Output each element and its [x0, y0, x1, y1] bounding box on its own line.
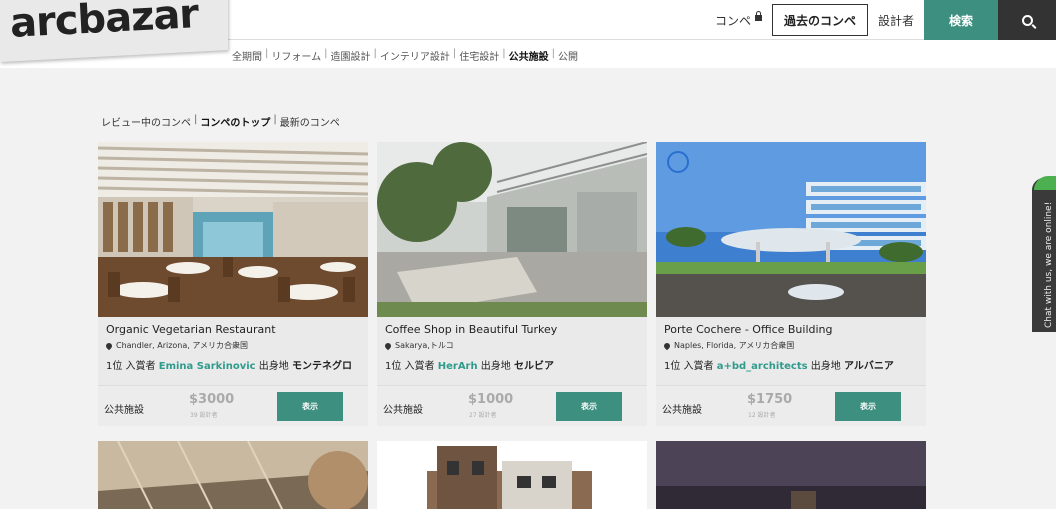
- chat-leaf-icon: [1034, 176, 1056, 190]
- origin-country: アルバニア: [843, 361, 894, 372]
- nav-past-label: 過去のコンペ: [783, 13, 856, 28]
- competition-card[interactable]: Coffee Shop in Beautiful Turkey Sakarya,…: [377, 142, 647, 426]
- competition-image[interactable]: [377, 441, 647, 509]
- competition-title[interactable]: Organic Vegetarian Restaurant: [106, 323, 276, 336]
- designer-count: 27 設計者: [469, 412, 497, 419]
- filter-top[interactable]: コンペのトップ: [200, 114, 270, 129]
- chat-widget-tab[interactable]: Chat with us, we are online!: [1032, 176, 1056, 332]
- main-nav: コンペ 過去のコンペ 設計者 検索: [705, 0, 1056, 40]
- competition-category: 公共施設: [662, 405, 702, 416]
- category-landscape[interactable]: 造園設計: [330, 48, 370, 63]
- competition-filter: レビュー中のコンペ | コンペのトップ | 最新のコンペ: [101, 114, 340, 129]
- category-interior[interactable]: インテリア設計: [380, 48, 450, 63]
- nav-competitions-label: コンペ: [714, 13, 751, 28]
- card-footer: 公共施設 $1750 12 設計者 表示: [656, 385, 926, 426]
- competition-image[interactable]: [98, 441, 368, 509]
- winner-line: 1位 入賞者 Emina Sarkinovic 出身地 モンテネグロ: [106, 357, 352, 372]
- category-public[interactable]: 公共施設: [509, 48, 549, 63]
- competition-image[interactable]: [98, 142, 368, 317]
- winner-line: 1位 入賞者 a+bd_architects 出身地 アルバニア: [664, 357, 894, 372]
- competition-card[interactable]: Organic Vegetarian Restaurant Chandler, …: [98, 142, 368, 426]
- prize-amount: $1750: [747, 392, 793, 407]
- nav-past-competitions[interactable]: 過去のコンペ: [771, 4, 868, 36]
- competition-location: Sakarya,トルコ: [383, 340, 454, 351]
- winner-prefix: 1位 入賞者: [106, 361, 156, 372]
- designer-count: 12 設計者: [748, 412, 776, 419]
- competition-title[interactable]: Porte Cochere - Office Building: [664, 323, 833, 336]
- winner-line: 1位 入賞者 HerArh 出身地 セルビア: [385, 357, 554, 372]
- origin-label: 出身地: [480, 361, 511, 372]
- category-open[interactable]: 公開: [558, 48, 578, 63]
- category-all[interactable]: 全期間: [232, 48, 262, 63]
- category-residential[interactable]: 住宅設計: [459, 48, 499, 63]
- search-icon-button[interactable]: [998, 0, 1056, 40]
- competition-card-partial[interactable]: [656, 441, 926, 509]
- competition-card[interactable]: Porte Cochere - Office Building Naples, …: [656, 142, 926, 426]
- competition-location: Naples, Florida, アメリカ合衆国: [662, 340, 795, 351]
- location-pin-icon: [383, 341, 393, 350]
- winner-name-link[interactable]: Emina Sarkinovic: [159, 361, 256, 372]
- competition-location: Chandler, Arizona, アメリカ合衆国: [104, 340, 248, 351]
- location-text: Chandler, Arizona, アメリカ合衆国: [116, 341, 248, 350]
- origin-label: 出身地: [810, 361, 841, 372]
- competition-card-partial[interactable]: [98, 441, 368, 509]
- competition-title[interactable]: Coffee Shop in Beautiful Turkey: [385, 323, 557, 336]
- competition-image[interactable]: [656, 441, 926, 509]
- winner-name-link[interactable]: HerArh: [438, 361, 478, 372]
- view-button[interactable]: 表示: [556, 392, 622, 421]
- competition-card-partial[interactable]: [377, 441, 647, 509]
- competition-meta: Organic Vegetarian Restaurant Chandler, …: [98, 317, 368, 426]
- designer-count: 39 設計者: [190, 412, 218, 419]
- competition-category: 公共施設: [383, 405, 423, 416]
- card-footer: 公共施設 $3000 39 設計者 表示: [98, 385, 368, 426]
- search-button-label: 検索: [948, 13, 973, 28]
- nav-designers-label: 設計者: [877, 13, 914, 28]
- origin-country: モンテネグロ: [291, 361, 352, 372]
- search-button[interactable]: 検索: [924, 0, 998, 40]
- prize-amount: $1000: [468, 392, 514, 407]
- prize-amount: $3000: [189, 392, 235, 407]
- origin-country: セルビア: [513, 361, 554, 372]
- view-button[interactable]: 表示: [277, 392, 343, 421]
- card-footer: 公共施設 $1000 27 設計者 表示: [377, 385, 647, 426]
- lock-icon: [754, 11, 762, 21]
- origin-label: 出身地: [258, 361, 289, 372]
- nav-designers[interactable]: 設計者: [868, 0, 924, 40]
- view-button[interactable]: 表示: [835, 392, 901, 421]
- nav-competitions[interactable]: コンペ: [705, 0, 772, 40]
- competition-meta: Coffee Shop in Beautiful Turkey Sakarya,…: [377, 317, 647, 426]
- category-renovation[interactable]: リフォーム: [271, 48, 321, 63]
- winner-prefix: 1位 入賞者: [664, 361, 714, 372]
- location-text: Sakarya,トルコ: [395, 341, 454, 350]
- location-text: Naples, Florida, アメリカ合衆国: [674, 341, 795, 350]
- competition-image[interactable]: [656, 142, 926, 317]
- winner-name-link[interactable]: a+bd_architects: [717, 361, 808, 372]
- filter-under-review[interactable]: レビュー中のコンペ: [101, 114, 191, 129]
- competition-category: 公共施設: [104, 405, 144, 416]
- location-pin-icon: [662, 341, 672, 350]
- chat-label: Chat with us, we are online!: [1044, 201, 1054, 328]
- location-pin-icon: [104, 341, 114, 350]
- filter-latest[interactable]: 最新のコンペ: [280, 114, 340, 129]
- winner-prefix: 1位 入賞者: [385, 361, 435, 372]
- search-icon: [1021, 14, 1033, 26]
- competition-meta: Porte Cochere - Office Building Naples, …: [656, 317, 926, 426]
- competition-image[interactable]: [377, 142, 647, 317]
